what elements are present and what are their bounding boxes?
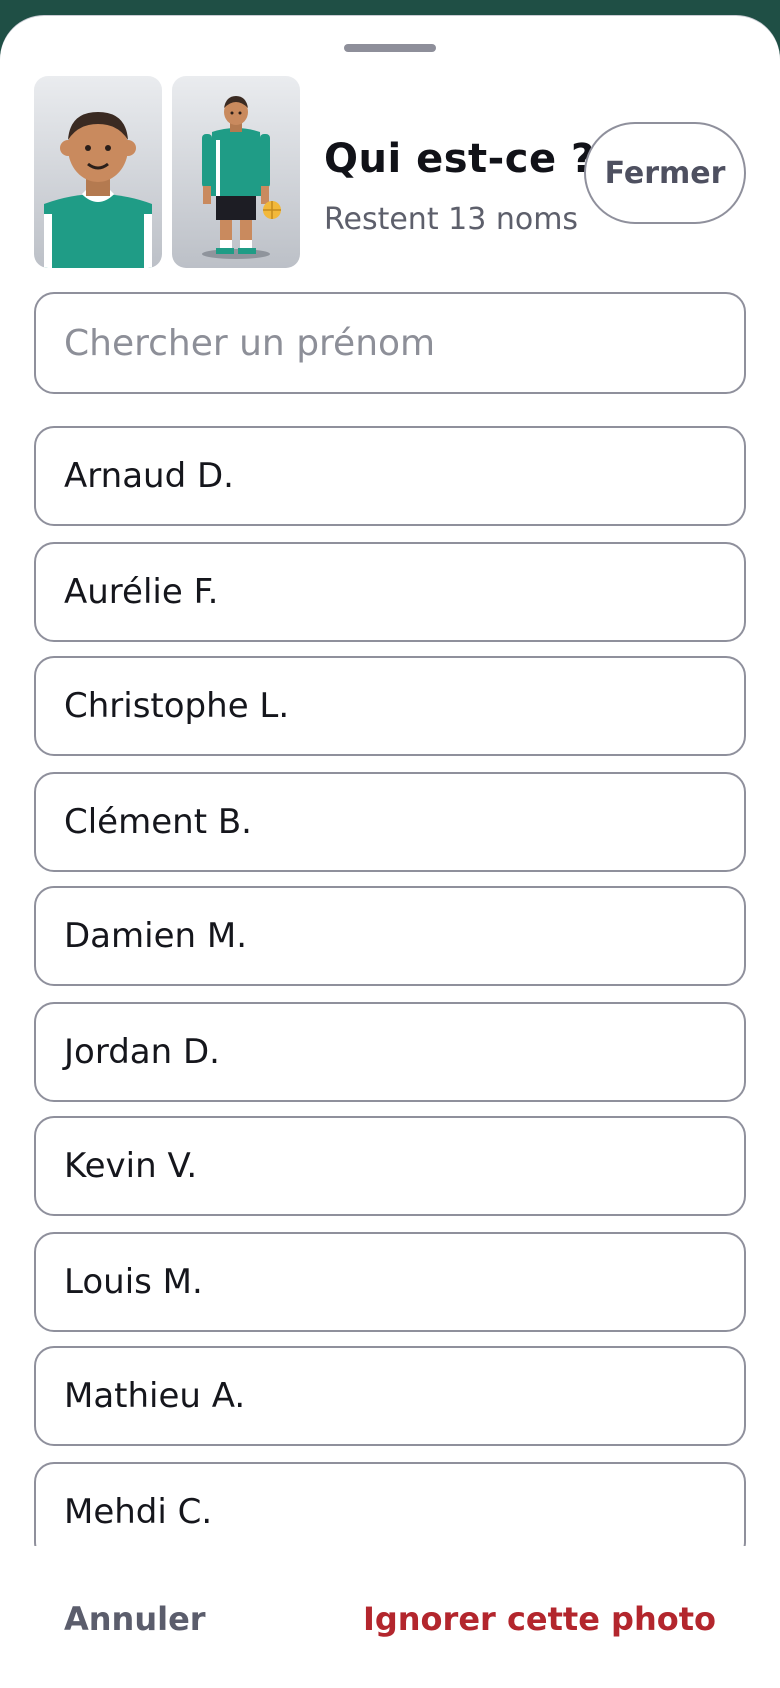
list-item-name[interactable]: Aurélie F.: [34, 542, 746, 642]
dialog-title: Qui est-ce ?: [324, 136, 595, 182]
skip-photo-button[interactable]: Ignorer cette photo: [363, 1600, 716, 1638]
full-body-icon: [202, 96, 281, 259]
list-item-name[interactable]: Mehdi C.: [34, 1462, 746, 1546]
list-item-name[interactable]: Mathieu A.: [34, 1346, 746, 1446]
list-item-name[interactable]: Kevin V.: [34, 1116, 746, 1216]
list-item-name[interactable]: Louis M.: [34, 1232, 746, 1332]
list-item-name[interactable]: Jordan D.: [34, 1002, 746, 1102]
list-item-name[interactable]: Damien M.: [34, 886, 746, 986]
player-portrait-photo: [34, 76, 162, 268]
list-item-name[interactable]: Clément B.: [34, 772, 746, 872]
bottom-sheet: Qui est-ce ? Restent 13 noms Fermer Arna…: [0, 16, 780, 1688]
status-bar-backdrop: [0, 0, 780, 8]
remaining-count: Restent 13 noms: [324, 202, 579, 237]
close-button[interactable]: Fermer: [584, 122, 746, 224]
drag-handle[interactable]: [344, 44, 436, 52]
name-list: Arnaud D. Aurélie F. Christophe L. Cléme…: [0, 426, 780, 1546]
list-item-name[interactable]: Arnaud D.: [34, 426, 746, 526]
player-full-body-photo: [172, 76, 300, 268]
cancel-button[interactable]: Annuler: [64, 1600, 206, 1638]
search-input[interactable]: [34, 292, 746, 394]
list-item-name[interactable]: Christophe L.: [34, 656, 746, 756]
portrait-icon: [44, 112, 152, 268]
